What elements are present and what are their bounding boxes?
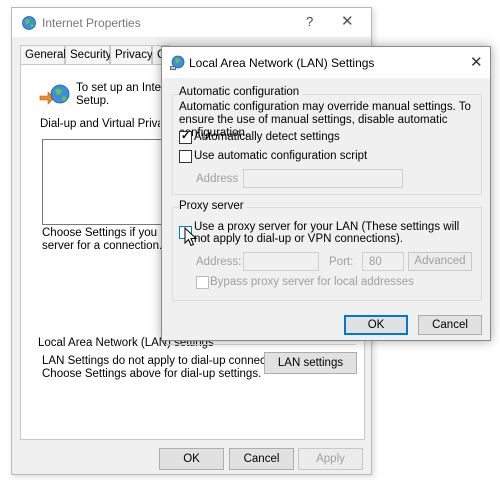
dialup-connection-list[interactable] [42,139,166,225]
auto-script-checkbox[interactable] [179,150,192,163]
lan-description: LAN Settings do not apply to dial-up con… [42,355,293,381]
ok-button[interactable]: OK [344,315,408,335]
auto-detect-label[interactable]: Automatically detect settings [194,131,340,143]
tab-general[interactable]: General [20,45,66,65]
title-bar[interactable]: Local Area Network (LAN) Settings ✕ [162,47,490,78]
help-button[interactable]: ? [306,14,313,29]
bypass-local-label[interactable]: Bypass proxy server for local addresses [210,276,414,288]
internet-globe-icon [22,16,36,30]
close-button[interactable]: ✕ [341,12,354,30]
auto-detect-checkbox[interactable] [179,129,192,144]
dialog-title: Internet Properties [42,16,141,30]
tab-privacy[interactable]: Privacy [110,45,153,65]
apply-button[interactable]: Apply [298,448,363,470]
auto-script-label[interactable]: Use automatic configuration script [194,150,367,162]
connection-globe-icon [39,84,70,105]
lan-desc-line: Choose Settings above for dial-up settin… [42,368,262,380]
choose-text-line: Choose Settings if you need to configure… [42,227,167,239]
use-proxy-label[interactable]: Use a proxy server for your LAN (These s… [194,221,477,245]
script-address-input[interactable] [243,169,403,188]
advanced-button[interactable]: Advanced [408,252,472,271]
proxy-address-input[interactable] [243,252,319,271]
lan-settings-dialog: Local Area Network (LAN) Settings ✕ Auto… [161,46,491,341]
lan-settings-button[interactable]: LAN settings [264,352,357,374]
group-label: Proxy server [179,200,247,212]
cancel-button[interactable]: Cancel [418,315,482,335]
proxy-address-label: Address: [196,256,242,268]
port-label: Port: [329,256,354,268]
choose-text-line: server for a connection. [42,240,163,252]
bypass-local-checkbox[interactable] [196,276,209,289]
port-input[interactable]: 80 [362,252,404,271]
lan-desc-line: LAN Settings do not apply to dial-up con… [42,355,294,367]
title-bar[interactable]: Internet Properties ? ✕ [12,8,371,37]
script-address-label: Address [196,173,239,185]
group-divider [165,344,356,345]
group-label: Automatic configuration [179,86,303,98]
ok-button[interactable]: OK [159,448,224,470]
dialog-title: Local Area Network (LAN) Settings [189,56,375,70]
choose-settings-text: Choose Settings if you need to configure… [42,227,167,253]
cancel-button[interactable]: Cancel [229,448,294,470]
dialup-vpn-label: Dial-up and Virtual Private Network sett… [40,118,160,130]
mouse-cursor-icon [184,227,198,247]
network-globe-icon [170,55,185,70]
tab-security[interactable]: Security [65,45,112,65]
close-button[interactable]: ✕ [470,53,483,71]
